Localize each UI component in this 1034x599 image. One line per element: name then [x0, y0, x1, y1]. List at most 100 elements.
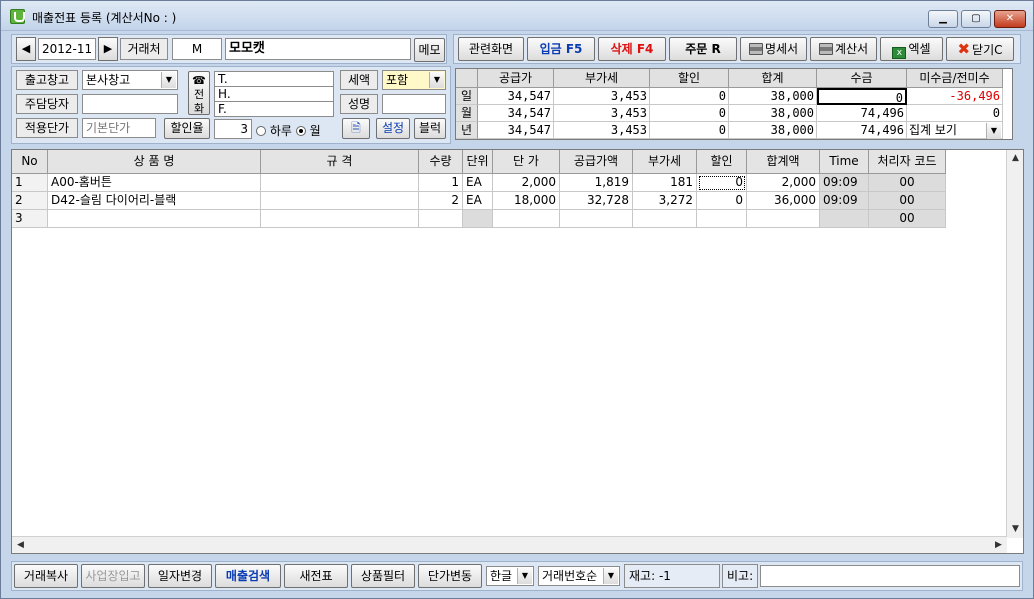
- summary-cell[interactable]: 74,496: [817, 122, 907, 139]
- language-select[interactable]: 한글 ▼: [486, 566, 534, 586]
- price-change-button[interactable]: 단가변동: [418, 564, 482, 588]
- close-window-button[interactable]: ✕: [994, 10, 1026, 28]
- column-header[interactable]: 할인: [697, 150, 747, 174]
- table-cell[interactable]: [261, 174, 419, 192]
- table-cell[interactable]: EA: [463, 174, 493, 192]
- table-cell[interactable]: 1,819: [560, 174, 633, 192]
- table-cell[interactable]: [48, 210, 261, 228]
- phone-button[interactable]: ☎ 전화: [188, 71, 210, 115]
- table-cell[interactable]: 0: [697, 192, 747, 210]
- tax-select[interactable]: 포함 ▼: [382, 70, 446, 90]
- table-cell[interactable]: A00-홈버튼: [48, 174, 261, 192]
- items-grid[interactable]: ▲ ▼ ◀ ▶ No 상 품 명규 격 수량 단위 단 가 공급가액 부가세 할인 합계액 Tim…: [11, 149, 1024, 554]
- summary-cell[interactable]: 3,453: [554, 122, 650, 139]
- per-month-radio[interactable]: [295, 126, 306, 136]
- table-cell[interactable]: 09:09: [820, 174, 869, 192]
- block-button[interactable]: 블럭: [414, 118, 446, 139]
- order-button[interactable]: 주문 R: [669, 37, 737, 61]
- column-header[interactable]: No: [12, 150, 48, 174]
- column-header[interactable]: Time: [820, 150, 869, 174]
- product-filter-button[interactable]: 상품필터: [351, 564, 415, 588]
- table-cell[interactable]: 1: [419, 174, 463, 192]
- name-field[interactable]: [382, 94, 446, 114]
- invoice-button[interactable]: 계산서: [810, 37, 877, 61]
- summary-cell[interactable]: 3,453: [554, 105, 650, 122]
- table-cell[interactable]: EA: [463, 192, 493, 210]
- customer-code-field[interactable]: M: [172, 38, 222, 60]
- date-change-button[interactable]: 일자변경: [148, 564, 212, 588]
- copy-transaction-button[interactable]: 거래복사: [14, 564, 78, 588]
- column-header[interactable]: 처리자 코드: [869, 150, 946, 174]
- table-cell[interactable]: 2: [12, 192, 48, 210]
- summary-cell[interactable]: 0: [907, 105, 1003, 122]
- close-button[interactable]: ✖ 닫기C: [946, 37, 1014, 61]
- date-field[interactable]: 2012-11: [38, 38, 96, 60]
- table-cell[interactable]: 36,000: [747, 192, 820, 210]
- discount-field[interactable]: 3: [214, 119, 252, 139]
- summary-cell[interactable]: -36,496: [907, 88, 1003, 105]
- table-cell[interactable]: [463, 210, 493, 228]
- table-cell[interactable]: 2: [419, 192, 463, 210]
- note-icon-button[interactable]: 🗎: [342, 118, 370, 139]
- table-cell[interactable]: 2,000: [747, 174, 820, 192]
- scroll-left-icon[interactable]: ◀: [12, 537, 29, 553]
- summary-cell[interactable]: 0: [817, 88, 907, 105]
- table-cell[interactable]: 09:09: [820, 192, 869, 210]
- table-cell[interactable]: 3: [12, 210, 48, 228]
- summary-cell[interactable]: 34,547: [478, 122, 554, 139]
- memo-button[interactable]: 메모: [414, 38, 445, 62]
- column-header[interactable]: 상 품 명: [48, 150, 261, 174]
- business-receiving-button[interactable]: 사업장입고: [81, 564, 145, 588]
- column-header[interactable]: 합계액: [747, 150, 820, 174]
- customer-name-field[interactable]: 모모캣: [225, 38, 411, 60]
- sales-search-button[interactable]: 매출검색: [215, 564, 281, 588]
- table-cell[interactable]: [560, 210, 633, 228]
- table-cell[interactable]: 3,272: [633, 192, 697, 210]
- prev-month-button[interactable]: ◀: [16, 37, 36, 61]
- table-cell[interactable]: [261, 192, 419, 210]
- summary-cell[interactable]: 34,547: [478, 105, 554, 122]
- summary-cell[interactable]: 3,453: [554, 88, 650, 105]
- column-header[interactable]: 수량: [419, 150, 463, 174]
- vertical-scrollbar[interactable]: ▲ ▼: [1006, 150, 1023, 538]
- summary-cell[interactable]: 0: [650, 88, 729, 105]
- chevron-down-icon[interactable]: ▼: [986, 123, 1001, 139]
- warehouse-select[interactable]: 본사창고 ▼: [82, 70, 178, 90]
- remark-field[interactable]: [760, 565, 1020, 587]
- column-header[interactable]: 공급가액: [560, 150, 633, 174]
- scroll-right-icon[interactable]: ▶: [990, 537, 1007, 553]
- table-cell[interactable]: [697, 210, 747, 228]
- table-cell[interactable]: 32,728: [560, 192, 633, 210]
- minimize-button[interactable]: ▁: [928, 10, 958, 28]
- related-screen-button[interactable]: 관련화면: [458, 37, 524, 61]
- summary-cell[interactable]: 34,547: [478, 88, 554, 105]
- table-cell[interactable]: D42-슬림 다이어리-블랙: [48, 192, 261, 210]
- next-month-button[interactable]: ▶: [98, 37, 118, 61]
- phone-f-field[interactable]: F.: [214, 101, 334, 117]
- manager-field[interactable]: [82, 94, 178, 114]
- delete-button[interactable]: 삭제 F4: [598, 37, 666, 61]
- new-slip-button[interactable]: 새전표: [284, 564, 348, 588]
- table-cell[interactable]: [493, 210, 560, 228]
- column-header[interactable]: 부가세: [633, 150, 697, 174]
- table-cell[interactable]: 181: [633, 174, 697, 192]
- sort-select[interactable]: 거래번호순 ▼: [538, 566, 620, 586]
- table-cell[interactable]: 2,000: [493, 174, 560, 192]
- table-cell[interactable]: 1: [12, 174, 48, 192]
- table-cell[interactable]: [820, 210, 869, 228]
- price-field[interactable]: 기본단가: [82, 118, 156, 138]
- table-cell[interactable]: 18,000: [493, 192, 560, 210]
- deposit-button[interactable]: 입금 F5: [527, 37, 595, 61]
- summary-cell[interactable]: 0: [650, 122, 729, 139]
- table-cell[interactable]: 00: [869, 210, 946, 228]
- horizontal-scrollbar[interactable]: ◀ ▶: [12, 536, 1007, 553]
- column-header[interactable]: 규 격: [261, 150, 419, 174]
- maximize-button[interactable]: ▢: [961, 10, 991, 28]
- table-cell[interactable]: [261, 210, 419, 228]
- phone-t-field[interactable]: T.: [214, 71, 334, 87]
- per-day-radio[interactable]: [256, 126, 266, 136]
- table-cell[interactable]: 00: [869, 174, 946, 192]
- statement-button[interactable]: 명세서: [740, 37, 807, 61]
- table-cell[interactable]: [419, 210, 463, 228]
- summary-cell[interactable]: 0: [650, 105, 729, 122]
